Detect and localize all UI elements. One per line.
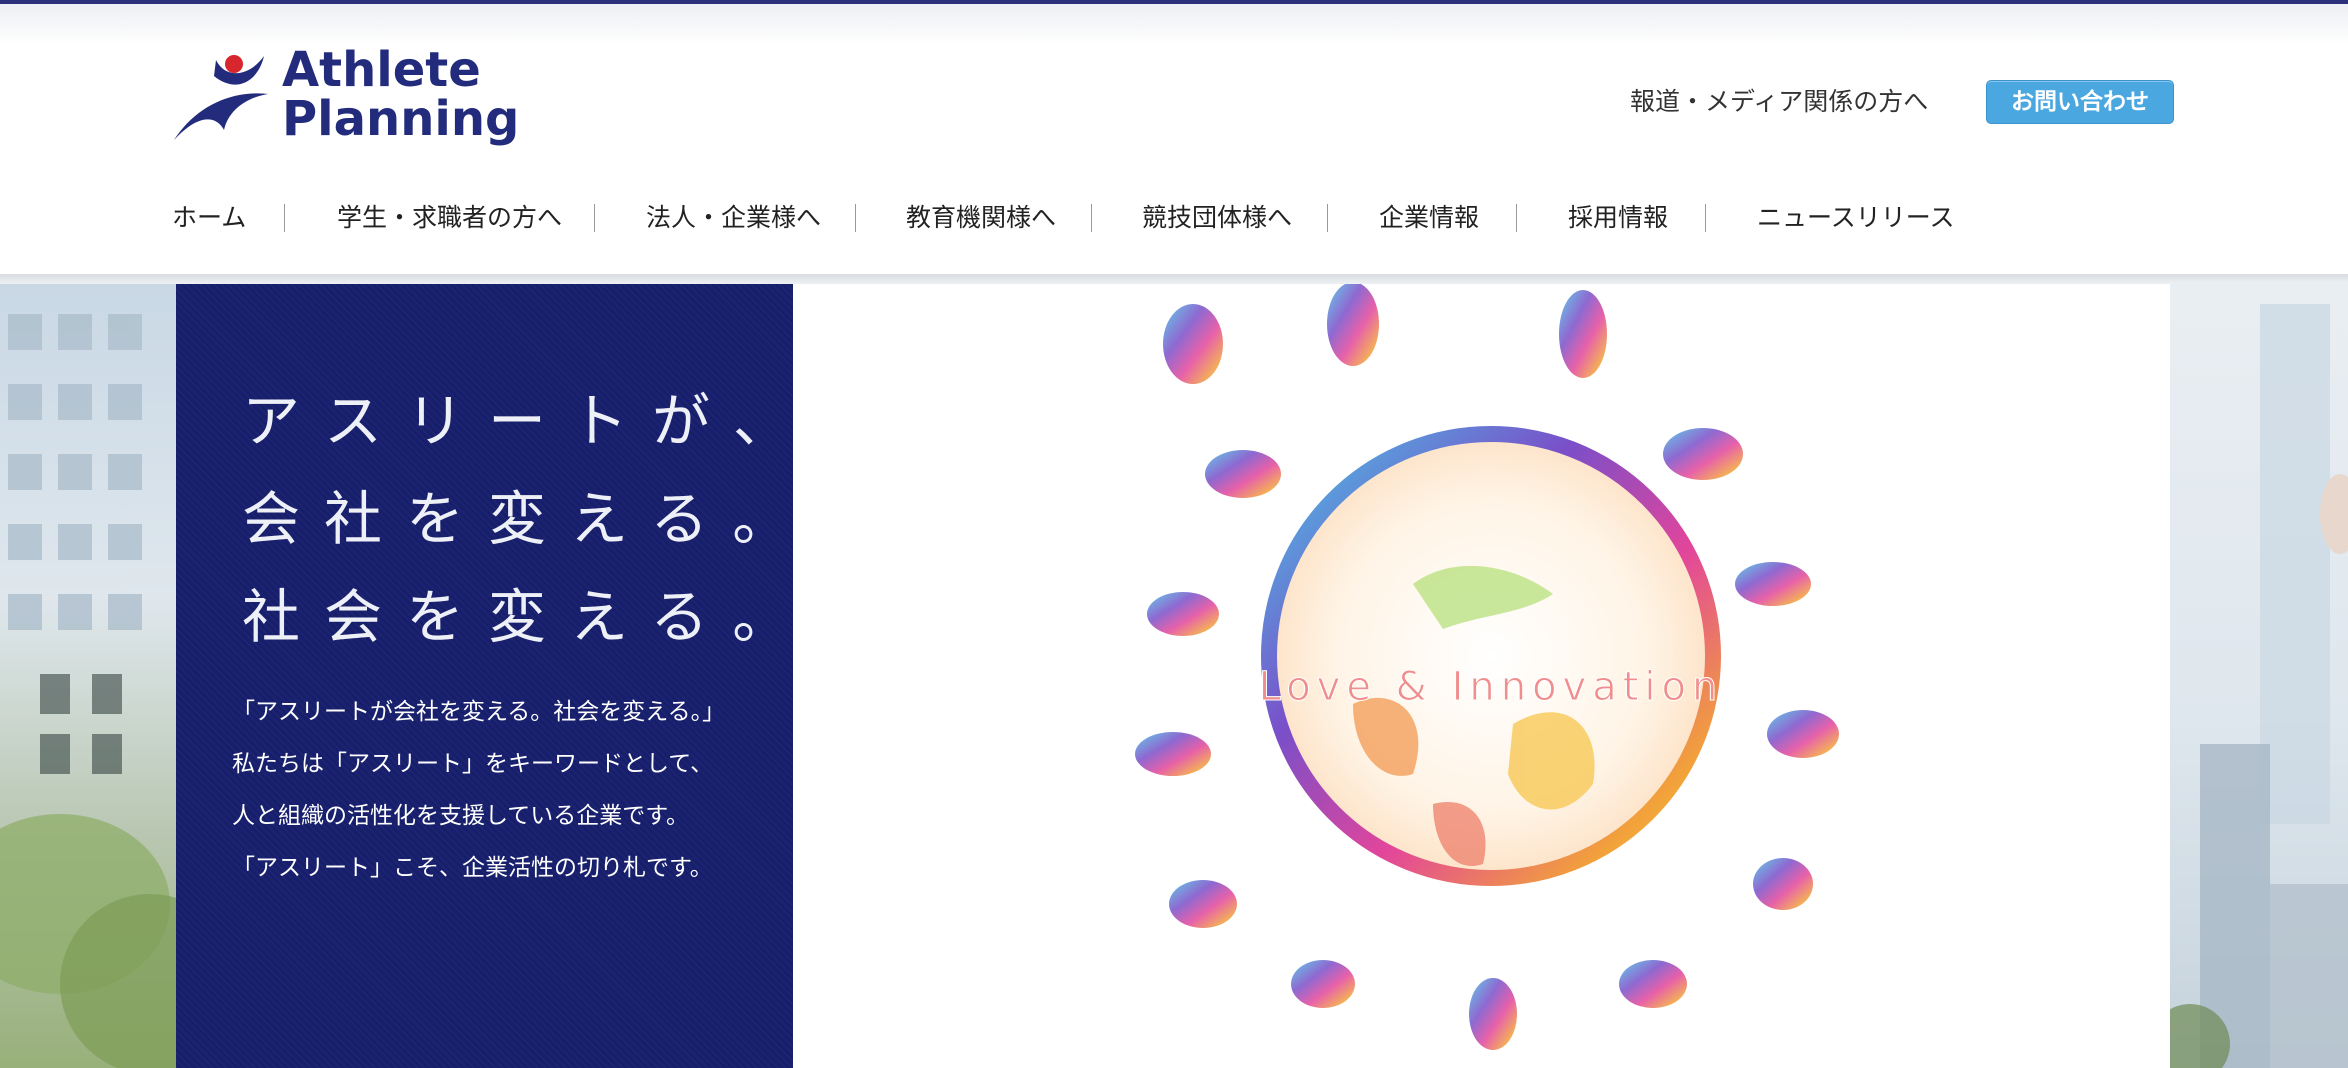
nav-item-home[interactable]: ホーム bbox=[172, 198, 246, 238]
site-header: Athlete Planning 報道・メディア関係の方へ お問い合わせ ホーム… bbox=[0, 0, 2348, 284]
logo-line-2: Planning bbox=[282, 91, 520, 147]
headline-line: 社会を変える。 bbox=[242, 583, 815, 651]
description-line: 「アスリート」こそ、企業活性の切り札です。 bbox=[232, 855, 713, 881]
header-divider bbox=[0, 274, 2348, 284]
nav-divider bbox=[1327, 204, 1328, 232]
nav-divider bbox=[855, 204, 856, 232]
nav-divider bbox=[594, 204, 595, 232]
hero-background-right bbox=[2150, 284, 2348, 1068]
nav-divider bbox=[1091, 204, 1092, 232]
logo-line-1: Athlete bbox=[282, 42, 481, 98]
hero-headline: アスリートが、 会社を変える。 社会を変える。 bbox=[242, 372, 815, 666]
nav-item-education[interactable]: 教育機関様へ bbox=[906, 198, 1056, 238]
nav-divider bbox=[1516, 204, 1517, 232]
nav-item-news[interactable]: ニュースリリース bbox=[1757, 198, 1955, 238]
nav-item-sports-organizations[interactable]: 競技団体様へ bbox=[1142, 198, 1292, 238]
nav-divider bbox=[1705, 204, 1706, 232]
building-photo-image bbox=[0, 314, 240, 1068]
headline-line: アスリートが、 bbox=[242, 387, 815, 455]
nav-divider bbox=[284, 204, 285, 232]
nav-item-corporate[interactable]: 法人・企業様へ bbox=[646, 198, 821, 238]
hero-background-left bbox=[0, 284, 240, 1068]
nav-item-company[interactable]: 企業情報 bbox=[1379, 198, 1479, 238]
skyline-photo-image bbox=[2150, 304, 2348, 1068]
site-logo[interactable]: Athlete Planning bbox=[172, 46, 532, 150]
hero-slider: アスリートが、 会社を変える。 社会を変える。 「アスリートが会社を変える。社会… bbox=[0, 284, 2348, 1068]
description-line: 人と組織の活性化を支援している企業です。 bbox=[232, 803, 690, 829]
hero-description: 「アスリートが会社を変える。社会を変える。」 私たちは「アスリート」をキーワード… bbox=[232, 686, 725, 894]
media-relations-link[interactable]: 報道・メディア関係の方へ bbox=[1630, 82, 1928, 118]
headline-line: 会社を変える。 bbox=[242, 485, 815, 553]
contact-button[interactable]: お問い合わせ bbox=[1986, 80, 2174, 124]
hero-message-panel: アスリートが、 会社を変える。 社会を変える。 「アスリートが会社を変える。社会… bbox=[176, 284, 793, 1068]
description-line: 私たちは「アスリート」をキーワードとして、 bbox=[232, 751, 714, 777]
athlete-logo-icon bbox=[174, 55, 268, 140]
love-innovation-visual: Love & Innovation bbox=[793, 284, 2170, 1068]
logo-wordmark: Athlete Planning bbox=[282, 46, 519, 144]
globe-athletes-illustration: Love & Innovation bbox=[1135, 284, 1839, 1050]
nav-item-recruit[interactable]: 採用情報 bbox=[1568, 198, 1668, 238]
visual-caption: Love & Innovation bbox=[1259, 664, 1724, 710]
nav-item-students[interactable]: 学生・求職者の方へ bbox=[337, 198, 562, 238]
description-line: 「アスリートが会社を変える。社会を変える。」 bbox=[232, 699, 726, 725]
